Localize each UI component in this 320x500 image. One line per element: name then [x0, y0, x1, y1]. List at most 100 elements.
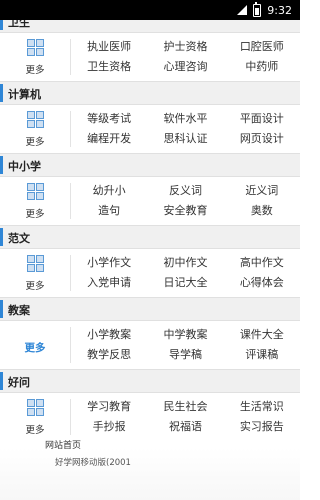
category-link[interactable]: 网页设计: [224, 129, 300, 149]
link-row: 教学反思 导学稿 评课稿: [71, 345, 300, 365]
link-row: 学习教育 民生社会 生活常识: [71, 397, 300, 417]
section-body: 更多 等级考试 软件水平 平面设计 编程开发 思科认证 网页设计: [0, 105, 300, 153]
category-link[interactable]: 学习教育: [71, 397, 147, 417]
category-link[interactable]: 卫生资格: [71, 57, 147, 77]
category-link[interactable]: 日记大全: [147, 273, 223, 293]
category-section: 教案 更多 小学教案 中学教案 课件大全 教学反思 导学稿 评课稿: [0, 297, 300, 369]
category-section: 计算机 更多 等级考试 软件水平 平面设计 编程开发 思科认证 网页设计: [0, 81, 300, 153]
category-link[interactable]: 实习报告: [224, 417, 300, 437]
category-link[interactable]: 课件大全: [224, 325, 300, 345]
status-bar: 9:32: [0, 0, 300, 20]
section-header: 范文: [0, 225, 300, 249]
section-links: 小学教案 中学教案 课件大全 教学反思 导学稿 评课稿: [71, 321, 300, 369]
grid-icon: [26, 399, 44, 416]
category-link[interactable]: 软件水平: [147, 109, 223, 129]
more-button[interactable]: 更多: [0, 33, 70, 81]
section-title: 中小学: [8, 160, 41, 173]
section-title: 范文: [8, 232, 30, 245]
link-row: 幼升小 反义词 近义词: [71, 181, 300, 201]
category-link[interactable]: 思科认证: [147, 129, 223, 149]
section-accent-bar: [0, 228, 3, 246]
category-list: 卫生 更多 执业医师 护士资格 口腔医师 卫生资格 心理咨询 中药师 计算机 更多 等级考试 软件水平…: [0, 20, 300, 441]
category-link[interactable]: 小学教案: [71, 325, 147, 345]
category-link[interactable]: 评课稿: [224, 345, 300, 365]
category-link[interactable]: 祝福语: [147, 417, 223, 437]
link-row: 等级考试 软件水平 平面设计: [71, 109, 300, 129]
category-link[interactable]: 等级考试: [71, 109, 147, 129]
category-link[interactable]: 执业医师: [71, 37, 147, 57]
section-body: 更多 执业医师 护士资格 口腔医师 卫生资格 心理咨询 中药师: [0, 33, 300, 81]
section-body: 更多 小学作文 初中作文 高中作文 入党申请 日记大全 心得体会: [0, 249, 300, 297]
more-button[interactable]: 更多: [0, 249, 70, 297]
more-label: 更多: [25, 209, 45, 220]
category-section: 范文 更多 小学作文 初中作文 高中作文 入党申请 日记大全 心得体会: [0, 225, 300, 297]
more-button[interactable]: 更多: [0, 105, 70, 153]
category-link[interactable]: 教学反思: [71, 345, 147, 365]
link-row: 造句 安全教育 奥数: [71, 201, 300, 221]
link-row: 编程开发 思科认证 网页设计: [71, 129, 300, 149]
category-link[interactable]: 中学教案: [147, 325, 223, 345]
category-link[interactable]: 手抄报: [71, 417, 147, 437]
category-link[interactable]: 编程开发: [71, 129, 147, 149]
link-row: 小学作文 初中作文 高中作文: [71, 253, 300, 273]
section-links: 小学作文 初中作文 高中作文 入党申请 日记大全 心得体会: [71, 249, 300, 297]
section-title: 好问: [8, 376, 30, 389]
category-link[interactable]: 民生社会: [147, 397, 223, 417]
page-content[interactable]: 卫生 更多 执业医师 护士资格 口腔医师 卫生资格 心理咨询 中药师 计算机 更多 等级考试 软件水平…: [0, 20, 300, 448]
section-header: 计算机: [0, 81, 300, 105]
link-row: 卫生资格 心理咨询 中药师: [71, 57, 300, 77]
grid-icon: [26, 183, 44, 200]
category-link[interactable]: 心得体会: [224, 273, 300, 293]
more-button[interactable]: 更多: [0, 321, 70, 369]
link-row: 入党申请 日记大全 心得体会: [71, 273, 300, 293]
category-link[interactable]: 小学作文: [71, 253, 147, 273]
section-links: 学习教育 民生社会 生活常识 手抄报 祝福语 实习报告: [71, 393, 300, 441]
more-button[interactable]: 更多: [0, 177, 70, 225]
category-link[interactable]: 反义词: [147, 181, 223, 201]
category-link[interactable]: 入党申请: [71, 273, 147, 293]
grid-icon: [26, 111, 44, 128]
more-label: 更多: [25, 281, 45, 292]
section-links: 执业医师 护士资格 口腔医师 卫生资格 心理咨询 中药师: [71, 33, 300, 81]
category-link[interactable]: 幼升小: [71, 181, 147, 201]
category-link[interactable]: 高中作文: [224, 253, 300, 273]
category-section: 好问 更多 学习教育 民生社会 生活常识 手抄报 祝福语 实习报告: [0, 369, 300, 441]
footer-background: [0, 448, 300, 500]
section-header: 教案: [0, 297, 300, 321]
category-link[interactable]: 导学稿: [147, 345, 223, 365]
category-link[interactable]: 造句: [71, 201, 147, 221]
category-link[interactable]: 生活常识: [224, 397, 300, 417]
category-link[interactable]: 口腔医师: [224, 37, 300, 57]
category-link[interactable]: 近义词: [224, 181, 300, 201]
category-link[interactable]: 初中作文: [147, 253, 223, 273]
category-section: 中小学 更多 幼升小 反义词 近义词 造句 安全教育 奥数: [0, 153, 300, 225]
category-link[interactable]: 平面设计: [224, 109, 300, 129]
link-row: 小学教案 中学教案 课件大全: [71, 325, 300, 345]
more-label: 更多: [25, 425, 45, 436]
section-title: 教案: [8, 304, 30, 317]
section-header: 卫生: [0, 20, 300, 33]
category-section: 卫生 更多 执业医师 护士资格 口腔医师 卫生资格 心理咨询 中药师: [0, 20, 300, 81]
link-row: 手抄报 祝福语 实习报告: [71, 417, 300, 437]
signal-icon: [237, 5, 248, 15]
category-link[interactable]: 中药师: [224, 57, 300, 77]
footer-home-link[interactable]: 网站首页: [45, 438, 81, 451]
category-link[interactable]: 心理咨询: [147, 57, 223, 77]
more-button[interactable]: 更多: [0, 393, 70, 441]
grid-icon: [26, 255, 44, 272]
category-link[interactable]: 奥数: [224, 201, 300, 221]
status-icons: 9:32: [237, 0, 292, 20]
footer-copyright: 好学网移动版(2001: [55, 458, 131, 468]
section-header: 好问: [0, 369, 300, 393]
status-time: 9:32: [267, 3, 292, 17]
category-link[interactable]: 安全教育: [147, 201, 223, 221]
section-title: 卫生: [8, 20, 30, 29]
more-label: 更多: [24, 342, 46, 354]
category-link[interactable]: 护士资格: [147, 37, 223, 57]
battery-icon: [253, 1, 262, 17]
more-label: 更多: [25, 137, 45, 148]
section-links: 等级考试 软件水平 平面设计 编程开发 思科认证 网页设计: [71, 105, 300, 153]
section-accent-bar: [0, 84, 3, 102]
grid-icon: [26, 39, 44, 56]
section-accent-bar: [0, 156, 3, 174]
